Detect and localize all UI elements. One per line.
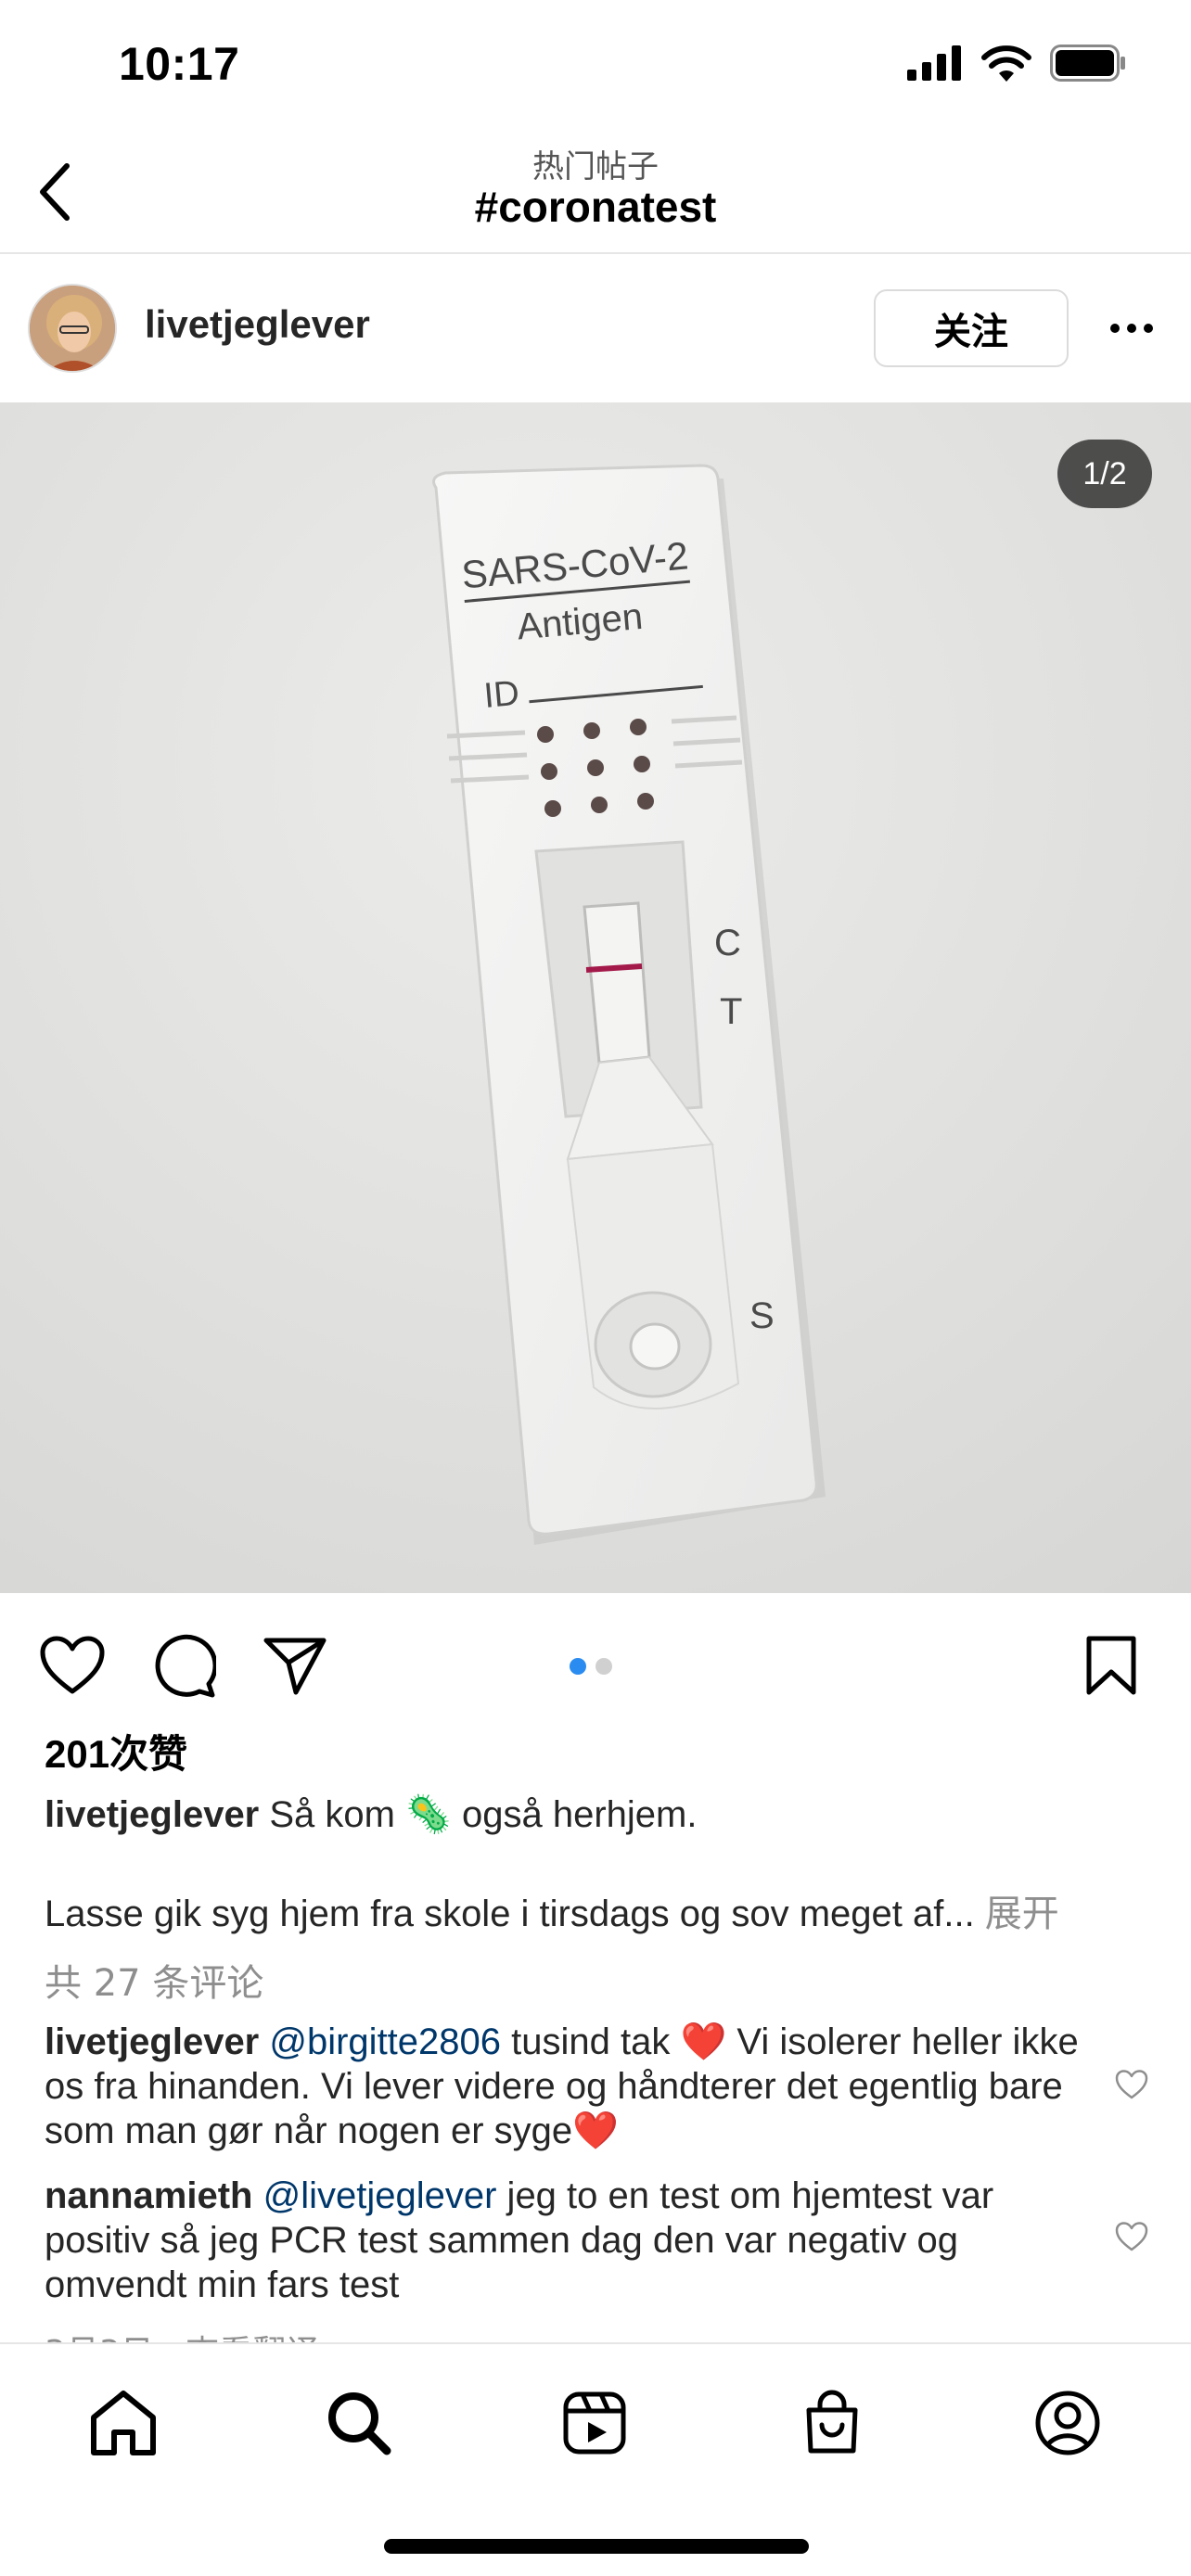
carousel-dot (596, 1658, 612, 1675)
tab-shop[interactable] (790, 2381, 874, 2465)
heart-icon (40, 1636, 105, 1694)
comment-username[interactable]: nannamieth (45, 2175, 252, 2216)
view-comments-link[interactable]: 共 27 条评论 (45, 1953, 263, 2007)
comment-button[interactable] (147, 1628, 221, 1702)
profile-icon (1035, 2391, 1100, 2455)
tab-profile[interactable] (1026, 2381, 1109, 2465)
comment-mention[interactable]: @livetjeglever (263, 2175, 497, 2216)
share-icon (263, 1638, 327, 1695)
caption: livetjeglever Så kom 🦠 også herhjem. (45, 1788, 1158, 1842)
post-username[interactable]: livetjeglever (145, 302, 370, 347)
image-counter: 1/2 (1057, 440, 1152, 508)
signal-icon (907, 45, 961, 81)
page-title: #coronatest (474, 183, 717, 231)
caption-text: Så kom 🦠 også herhjem. (259, 1794, 698, 1835)
heart-icon (1115, 2070, 1148, 2099)
save-button[interactable] (1074, 1628, 1148, 1702)
page-subtitle: 热门帖子 (532, 148, 659, 185)
kit-t-label: T (720, 991, 742, 1032)
status-icons (907, 45, 1126, 82)
comment-item: nannamieth @livetjeglever jeg to en test… (45, 2174, 1083, 2307)
carousel-dot-active (570, 1658, 586, 1675)
follow-button[interactable]: 关注 (874, 289, 1069, 367)
kit-c-label: C (714, 923, 741, 963)
home-indicator[interactable] (384, 2539, 809, 2554)
post-header: livetjeglever 关注 (0, 256, 1191, 401)
wifi-icon (981, 45, 1031, 82)
kit-id-label: ID (482, 674, 521, 716)
control-line (585, 963, 643, 973)
shop-icon (806, 2390, 858, 2454)
tab-bar (0, 2342, 1191, 2576)
like-button[interactable] (35, 1628, 109, 1702)
battery-icon (1050, 45, 1125, 82)
status-time: 10:17 (119, 38, 240, 90)
post-image[interactable]: SARS-CoV-2 Antigen ID C T S 1/2 (0, 402, 1191, 1593)
status-bar: 10:17 (0, 0, 1191, 130)
caption-second-line: Lasse gik syg hjem fra skole i tirsdags … (45, 1894, 975, 1934)
carousel-indicator (570, 1658, 612, 1675)
expand-link[interactable]: 展开 (975, 1894, 1059, 1934)
more-button[interactable] (1104, 310, 1159, 347)
caption-username[interactable]: livetjeglever (45, 1794, 259, 1835)
share-button[interactable] (258, 1628, 332, 1702)
reels-icon (563, 2391, 626, 2455)
bookmark-icon (1086, 1636, 1136, 1695)
tab-home[interactable] (82, 2381, 165, 2465)
antigen-test-photo: SARS-CoV-2 Antigen ID C T S (0, 402, 1191, 1593)
comment-icon (155, 1634, 216, 1698)
comment-like-button[interactable] (1115, 2222, 1152, 2259)
tab-search[interactable] (317, 2381, 401, 2465)
caption-continued: Lasse gik syg hjem fra skole i tirsdags … (45, 1892, 1176, 1936)
comment-item: livetjeglever @birgitte2806 tusind tak ❤… (45, 2020, 1083, 2153)
avatar[interactable] (28, 284, 117, 373)
comment-username[interactable]: livetjeglever (45, 2021, 259, 2062)
more-icon (1110, 324, 1153, 333)
kit-s-label: S (749, 1295, 775, 1336)
heart-icon (1115, 2222, 1148, 2251)
tab-reels[interactable] (553, 2381, 636, 2465)
action-bar (0, 1613, 1191, 1706)
like-count[interactable]: 201次赞 (45, 1723, 187, 1779)
comment-mention[interactable]: @birgitte2806 (269, 2021, 501, 2062)
nav-header: 热门帖子 #coronatest (0, 130, 1191, 254)
search-icon (328, 2392, 391, 2455)
home-icon (91, 2391, 156, 2455)
comment-like-button[interactable] (1115, 2070, 1152, 2107)
